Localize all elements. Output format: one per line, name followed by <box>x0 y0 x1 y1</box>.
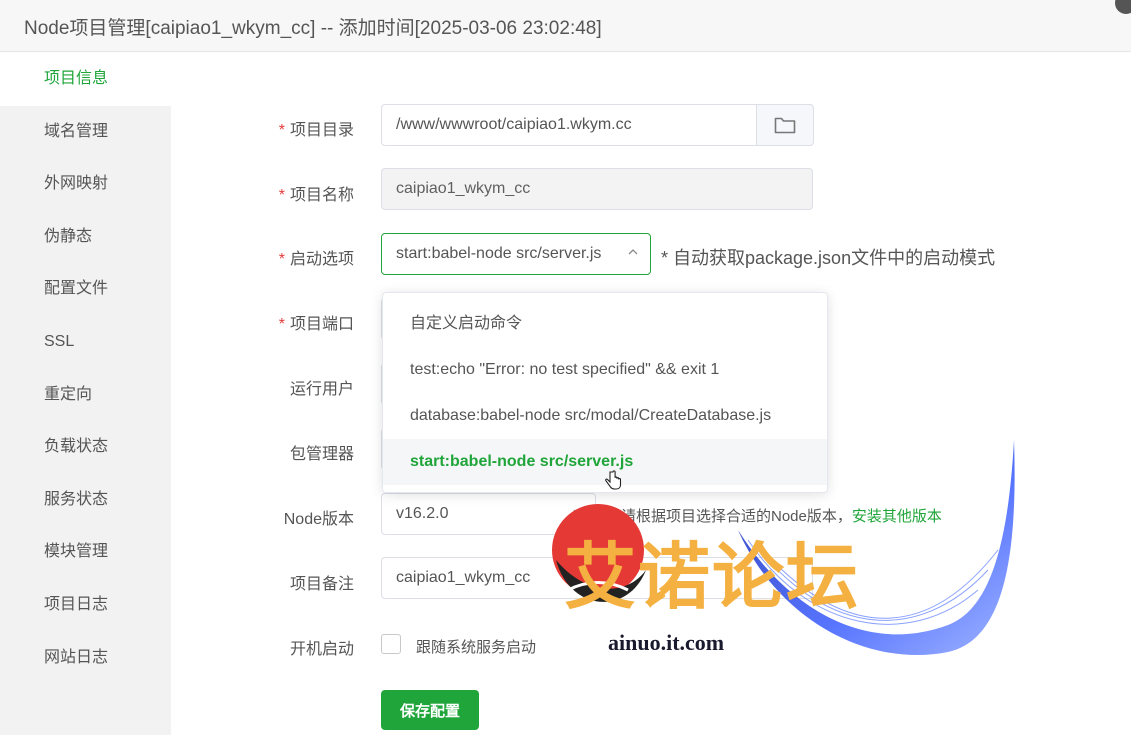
sidebar: 项目信息 域名管理 外网映射 伪静态 配置文件 SSL 重定向 负载状态 服务状… <box>0 53 171 735</box>
watermark-text: 艾诺论坛 <box>564 535 861 619</box>
sidebar-item-load-status[interactable]: 负载状态 <box>0 421 171 474</box>
project-name-label: * 项目名称 <box>278 187 354 204</box>
autostart-label: 开机启动 <box>289 641 354 658</box>
dialog-titlebar: Node项目管理[caipiao1_wkym_cc] -- 添加时间[2025-… <box>0 0 1131 52</box>
project-name-input: caipiao1_wkym_cc <box>381 168 813 210</box>
dropdown-option-test[interactable]: test:echo "Error: no test specified" && … <box>383 347 827 393</box>
sidebar-item-site-log[interactable]: 网站日志 <box>0 632 171 685</box>
package-manager-label: 包管理器 <box>289 446 354 463</box>
autostart-checkbox-label[interactable]: 跟随系统服务启动 <box>416 636 536 657</box>
close-icon[interactable] <box>1115 0 1131 14</box>
dialog-title: Node项目管理[caipiao1_wkym_cc] -- 添加时间[2025-… <box>24 18 602 39</box>
chevron-up-icon <box>628 249 638 255</box>
dropdown-option-database[interactable]: database:babel-node src/modal/CreateData… <box>383 393 827 439</box>
folder-picker-button[interactable] <box>756 104 814 146</box>
remark-label: 项目备注 <box>289 576 354 593</box>
sidebar-item-domain[interactable]: 域名管理 <box>0 106 171 159</box>
sidebar-item-project-log[interactable]: 项目日志 <box>0 579 171 632</box>
project-dir-input[interactable]: /www/wwwroot/caipiao1.wkym.cc <box>381 104 757 146</box>
start-option-label: * 启动选项 <box>278 251 354 268</box>
sidebar-item-service-status[interactable]: 服务状态 <box>0 474 171 527</box>
start-option-hint: * 自动获取package.json文件中的启动模式 <box>661 248 996 268</box>
node-version-value: v16.2.0 <box>396 505 449 522</box>
start-option-select[interactable]: start:babel-node src/server.js <box>381 233 651 275</box>
sidebar-item-project-info[interactable]: 项目信息 <box>0 53 171 106</box>
watermark: 艾诺论坛 ainuo.it.com <box>548 440 1031 660</box>
run-user-label: 运行用户 <box>289 381 354 398</box>
project-dir-label: * 项目目录 <box>278 122 354 139</box>
sidebar-item-rewrite[interactable]: 伪静态 <box>0 211 171 264</box>
watermark-url: ainuo.it.com <box>608 630 725 655</box>
autostart-checkbox[interactable] <box>381 634 401 654</box>
node-version-label: Node版本 <box>283 511 354 528</box>
sidebar-item-external-mapping[interactable]: 外网映射 <box>0 158 171 211</box>
dropdown-option-custom[interactable]: 自定义启动命令 <box>383 301 827 347</box>
sidebar-item-ssl[interactable]: SSL <box>0 316 171 369</box>
sidebar-item-config-file[interactable]: 配置文件 <box>0 263 171 316</box>
sidebar-item-redirect[interactable]: 重定向 <box>0 369 171 422</box>
sidebar-item-modules[interactable]: 模块管理 <box>0 526 171 579</box>
save-config-button[interactable]: 保存配置 <box>381 690 479 730</box>
start-option-value: start:babel-node src/server.js <box>396 245 602 262</box>
folder-icon <box>774 117 796 134</box>
project-port-label: * 项目端口 <box>278 316 354 333</box>
